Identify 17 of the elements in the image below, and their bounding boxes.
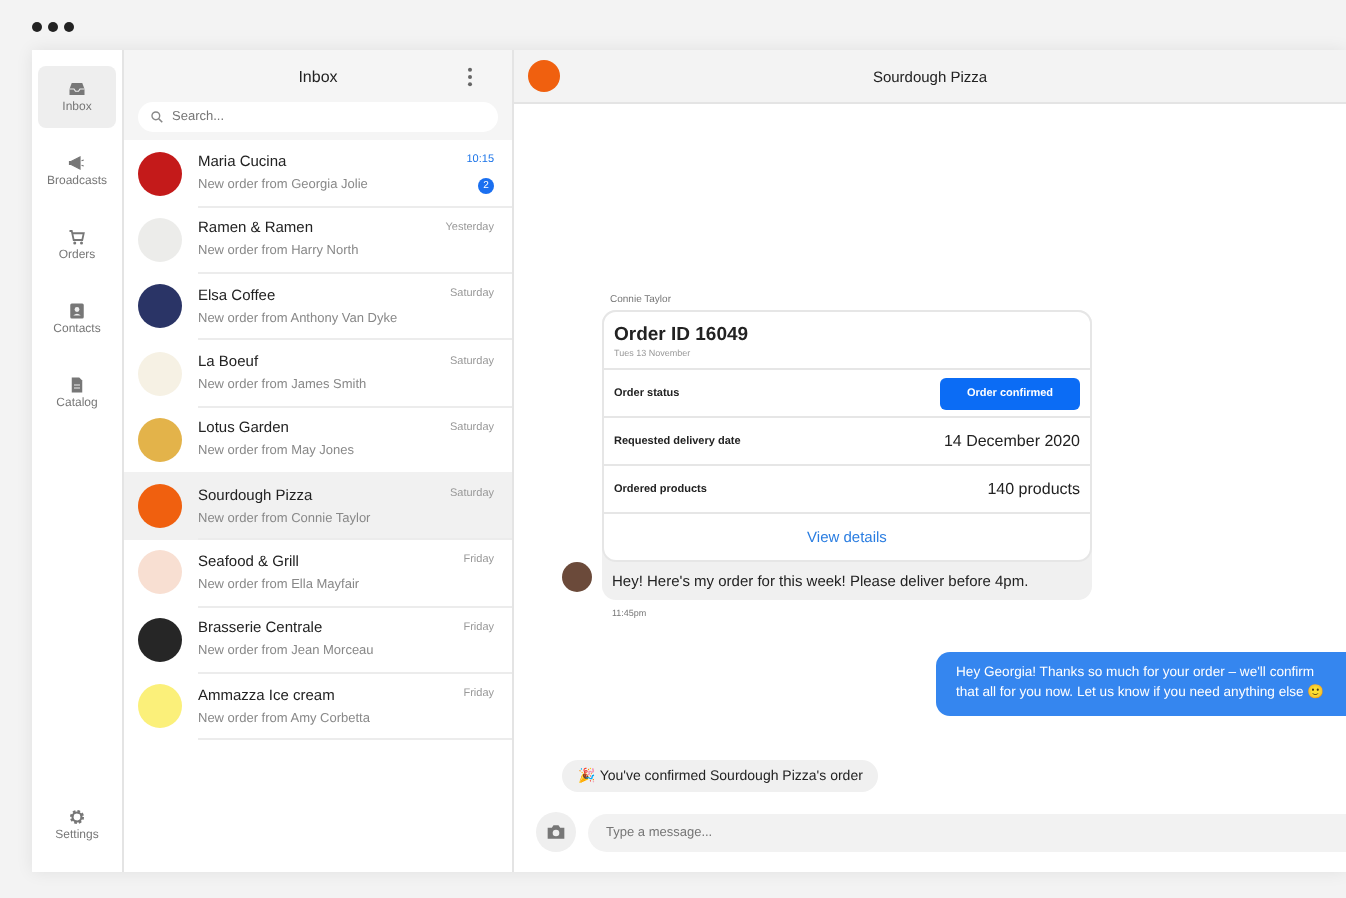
more-options-icon[interactable] [466, 66, 474, 88]
order-field-value: 14 December 2020 [943, 432, 1080, 450]
order-field-value: 140 products [987, 480, 1080, 498]
camera-icon [546, 822, 566, 842]
megaphone-icon [68, 154, 86, 172]
camera-button[interactable] [536, 812, 576, 852]
customer-avatar [562, 562, 592, 592]
inbox-tray-icon [68, 80, 86, 98]
contact-card-icon [68, 302, 86, 320]
document-icon [68, 376, 86, 394]
settings-icon [68, 808, 86, 826]
restaurant-avatar [528, 60, 560, 92]
inbox-title: Inbox [298, 67, 338, 85]
order-title: Order ID 16049 [614, 324, 751, 346]
search-icon [150, 110, 164, 124]
cart-icon [68, 228, 86, 246]
window-controls-icon [32, 22, 74, 32]
